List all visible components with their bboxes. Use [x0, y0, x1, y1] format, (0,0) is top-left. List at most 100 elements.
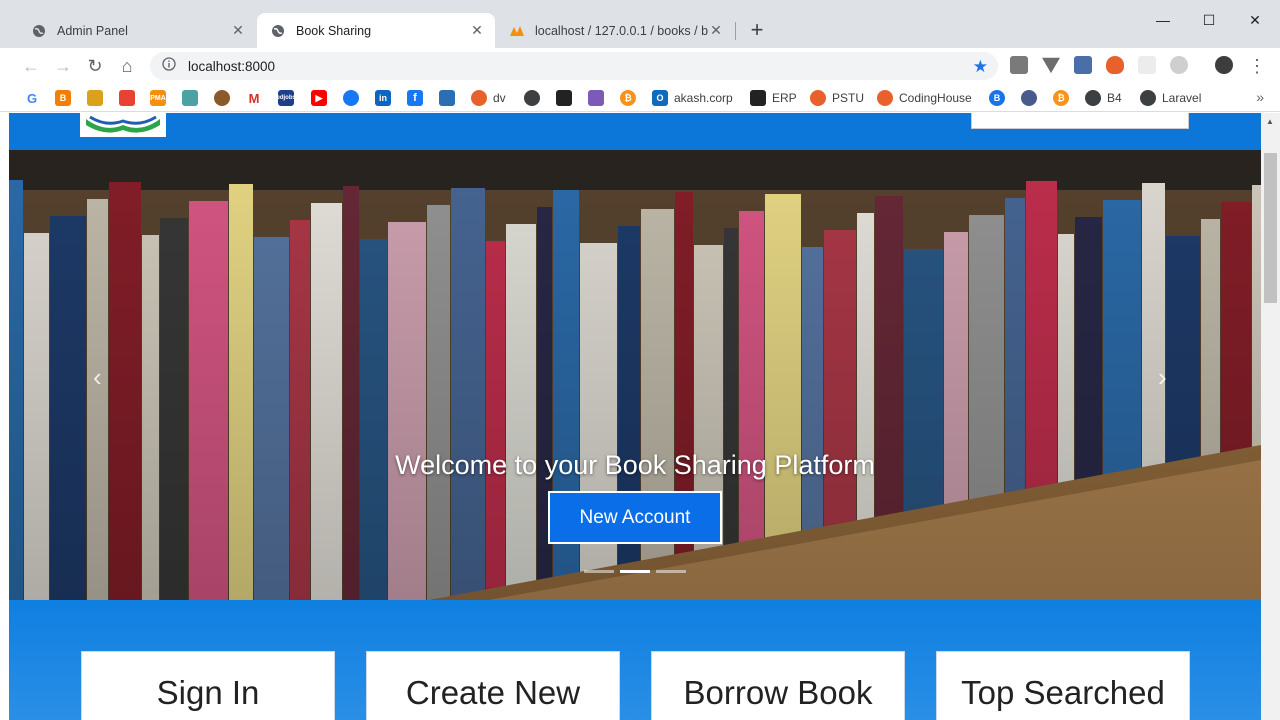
scroll-up-icon[interactable]: ▲	[1266, 117, 1274, 126]
bookmark-erp[interactable]: ERP	[750, 90, 797, 106]
create-new-card[interactable]: Create New	[366, 651, 620, 720]
info-icon[interactable]	[162, 56, 176, 76]
tab-phpmyadmin[interactable]: localhost / 127.0.0.1 / books / bc ✕	[496, 13, 734, 48]
tab-admin-panel[interactable]: Admin Panel ✕	[18, 13, 256, 48]
search-input[interactable]	[971, 113, 1189, 129]
forward-button[interactable]: →	[51, 54, 75, 78]
dark-bookmark[interactable]	[556, 90, 578, 106]
chevron-left-icon[interactable]: ‹	[93, 362, 102, 393]
url-text: localhost:8000	[188, 58, 276, 74]
apps-bookmark[interactable]	[119, 90, 141, 106]
globe-icon	[1140, 90, 1156, 106]
maximize-button[interactable]: ☐	[1186, 8, 1232, 32]
tab-book-sharing[interactable]: Book Sharing ✕	[257, 13, 495, 48]
page-viewport: ‹ › Welcome to your Book Sharing Platfor…	[0, 113, 1280, 720]
new-account-button[interactable]: New Account	[548, 491, 722, 544]
messenger-icon	[343, 90, 359, 106]
chevron-double-right-icon[interactable]: »	[1256, 89, 1264, 105]
globe-icon	[270, 23, 286, 39]
bookmark-akash-corp[interactable]: Oakash.corp	[652, 90, 733, 106]
chart-bookmark[interactable]	[588, 90, 610, 106]
bookmark-laravel[interactable]: Laravel	[1140, 90, 1201, 106]
hero-caption: Welcome to your Book Sharing Platform	[395, 450, 875, 480]
codepen-icon	[877, 90, 893, 106]
bookmark-pstu[interactable]: PSTU	[810, 90, 864, 106]
close-icon[interactable]: ✕	[708, 22, 724, 39]
codepen-icon	[471, 90, 487, 106]
card-title: Borrow Book	[683, 674, 873, 711]
blogger-icon: B	[55, 90, 71, 106]
gmail-bookmark[interactable]: M	[246, 90, 268, 106]
bookmark-b4[interactable]: B4	[1085, 90, 1122, 106]
carousel-indicator-active[interactable]	[620, 570, 650, 573]
pma-bookmark[interactable]: PMA	[150, 90, 172, 106]
bird-icon	[182, 90, 198, 106]
carousel-indicator[interactable]	[584, 570, 614, 573]
erp-icon	[750, 90, 766, 106]
youtube-bookmark[interactable]: ▶	[311, 90, 333, 106]
linkedin-bookmark[interactable]: in	[375, 90, 397, 106]
extension-vue-icon[interactable]	[1042, 57, 1060, 74]
bee-bookmark[interactable]	[87, 90, 109, 106]
extension-grid-icon[interactable]	[1138, 56, 1156, 74]
bee-icon	[87, 90, 103, 106]
blogger-bookmark[interactable]: B	[55, 90, 77, 106]
new-tab-button[interactable]: +	[746, 19, 768, 42]
bookmark-dv[interactable]: dv	[471, 90, 506, 106]
reload-button[interactable]: ↻	[83, 54, 107, 78]
bitcoin-icon: ₿	[1053, 90, 1069, 106]
avatar[interactable]	[1215, 56, 1233, 74]
globe-bookmark[interactable]	[524, 90, 546, 106]
chevron-right-icon[interactable]: ›	[1158, 362, 1167, 393]
extension-fire-icon[interactable]	[1106, 56, 1124, 74]
close-icon[interactable]: ✕	[469, 22, 485, 39]
tab-strip: Admin Panel ✕ Book Sharing ✕ localhost /…	[0, 0, 1280, 48]
bookmark-codinghouse[interactable]: CodingHouse	[877, 90, 972, 106]
back-button[interactable]: ←	[19, 54, 43, 78]
chart-app-icon	[588, 90, 604, 106]
bookmark-label: PSTU	[832, 91, 865, 105]
extension-download-icon[interactable]	[1074, 56, 1092, 74]
bitcoin-icon: ₿	[620, 90, 636, 106]
minimize-button[interactable]: —	[1140, 8, 1186, 32]
tab-separator	[735, 22, 736, 40]
messenger-bookmark[interactable]	[343, 90, 365, 106]
close-icon[interactable]: ✕	[230, 22, 246, 39]
box-bookmark[interactable]	[439, 90, 461, 106]
bitcoin2-bookmark[interactable]: ₿	[1053, 90, 1075, 106]
scrollbar-thumb[interactable]	[1264, 153, 1277, 303]
window-close-button[interactable]: ✕	[1232, 8, 1278, 32]
vertical-scrollbar[interactable]: ▲	[1261, 113, 1280, 720]
circle-bookmark[interactable]	[214, 90, 236, 106]
address-bar[interactable]: localhost:8000 ★	[150, 52, 998, 80]
google-icon: G	[24, 90, 40, 106]
pma-icon: PMA	[150, 90, 166, 106]
b-blue-bookmark[interactable]: B	[989, 90, 1011, 106]
google-bookmark[interactable]: G	[24, 90, 46, 106]
bookmark-label: CodingHouse	[899, 91, 972, 105]
globe-icon	[31, 23, 47, 39]
extension-compass-icon[interactable]	[1170, 56, 1188, 74]
bird-bookmark[interactable]	[182, 90, 204, 106]
bookmark-label: ERP	[772, 91, 797, 105]
card-title: Top Searched	[961, 674, 1165, 711]
gear-bookmark[interactable]	[1021, 90, 1043, 106]
youtube-icon: ▶	[311, 90, 327, 106]
top-searched-card[interactable]: Top Searched	[936, 651, 1190, 720]
card-title: Create New	[405, 674, 581, 711]
facebook-bookmark[interactable]: f	[407, 90, 429, 106]
circle-logo-icon	[214, 90, 230, 106]
browser-toolbar: ← → ↻ ⌂ localhost:8000 ★ ⋮	[0, 48, 1280, 84]
bookmark-star-icon[interactable]: ★	[973, 57, 988, 77]
bitcoin-bookmark[interactable]: ₿	[620, 90, 642, 106]
borrow-book-card[interactable]: Borrow Book	[651, 651, 905, 720]
site-logo[interactable]	[80, 113, 166, 137]
card-title: Sign In	[156, 674, 260, 711]
bdjobs-bookmark[interactable]: bdjobs	[276, 90, 300, 106]
carousel-indicator[interactable]	[656, 570, 686, 573]
phpmyadmin-icon	[509, 23, 525, 39]
home-button[interactable]: ⌂	[115, 54, 139, 78]
sign-in-card[interactable]: Sign In	[81, 651, 335, 720]
extension-1b-icon[interactable]	[1010, 56, 1028, 74]
menu-kebab-icon[interactable]: ⋮	[1245, 54, 1269, 78]
